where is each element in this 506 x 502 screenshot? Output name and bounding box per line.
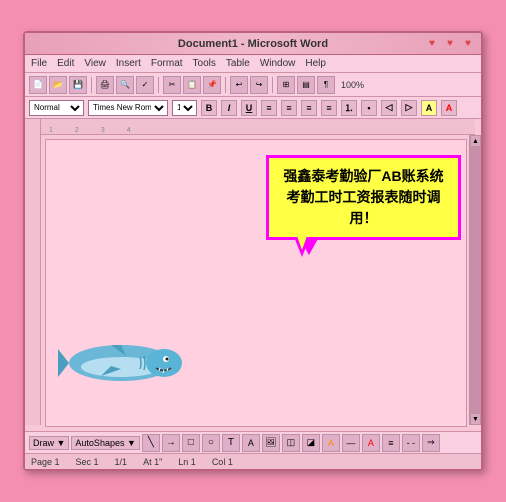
vertical-scrollbar[interactable]: ▲ ▼ — [469, 135, 481, 425]
menu-file[interactable]: File — [31, 58, 47, 69]
shark-image — [56, 321, 186, 391]
menu-table[interactable]: Table — [226, 58, 250, 69]
bullets-btn[interactable]: • — [361, 100, 377, 116]
spell-icon[interactable]: ✓ — [136, 76, 154, 94]
arrow-icon[interactable]: → — [162, 434, 180, 452]
page-canvas[interactable]: 强鑫泰考勤验厂AB账系统考勤工时工资报表随时调用！ — [45, 139, 467, 427]
standard-toolbar: 📄 📂 💾 🖨 🔍 ✓ ✂ 📋 📌 ↩ ↪ ⊞ ▤ ¶ 100% — [25, 73, 481, 97]
paste-icon[interactable]: 📌 — [203, 76, 221, 94]
font-color-btn[interactable]: A — [441, 100, 457, 116]
zoom-level: 100% — [341, 80, 364, 90]
scroll-up-btn[interactable]: ▲ — [470, 135, 481, 147]
tick-1: 1 — [49, 127, 53, 134]
window-controls: ♥ ♥ ♥ — [425, 37, 475, 51]
menu-bar: File Edit View Insert Format Tools Table… — [25, 55, 481, 73]
para-icon[interactable]: ¶ — [317, 76, 335, 94]
preview-icon[interactable]: 🔍 — [116, 76, 134, 94]
align-left-btn[interactable]: ≡ — [261, 100, 277, 116]
highlight-btn[interactable]: A — [421, 100, 437, 116]
copy-icon[interactable]: 📋 — [183, 76, 201, 94]
formatting-bar: Normal Times New Roman 12 B I U ≡ ≡ ≡ ≡ … — [25, 97, 481, 119]
menu-window[interactable]: Window — [260, 58, 296, 69]
tick-3: 3 — [101, 127, 105, 134]
style-select[interactable]: Normal — [29, 100, 84, 116]
table-icon[interactable]: ⊞ — [277, 76, 295, 94]
maximize-btn[interactable]: ♥ — [443, 37, 457, 51]
fillcolor-icon[interactable]: A — [322, 434, 340, 452]
draw-toolbar: Draw ▼ AutoShapes ▼ ╲ → □ ○ T A 🖼 ◫ ◪ A … — [25, 431, 481, 453]
save-icon[interactable]: 💾 — [69, 76, 87, 94]
rect-icon[interactable]: □ — [182, 434, 200, 452]
draw-label[interactable]: Draw ▼ — [29, 436, 69, 450]
3d-icon[interactable]: ◪ — [302, 434, 320, 452]
status-page: Page 1 — [31, 457, 60, 467]
tick-4: 4 — [127, 127, 131, 134]
title-bar: Document1 - Microsoft Word ♥ ♥ ♥ — [25, 33, 481, 55]
undo-icon[interactable]: ↩ — [230, 76, 248, 94]
status-ln: Ln 1 — [178, 457, 196, 467]
toolbar-sep-4 — [272, 77, 273, 93]
menu-insert[interactable]: Insert — [116, 58, 141, 69]
open-icon[interactable]: 📂 — [49, 76, 67, 94]
oval-icon[interactable]: ○ — [202, 434, 220, 452]
minimize-btn[interactable]: ♥ — [425, 37, 439, 51]
menu-format[interactable]: Format — [151, 58, 183, 69]
status-bar: Page 1 Sec 1 1/1 At 1" Ln 1 Col 1 — [25, 453, 481, 469]
underline-btn[interactable]: U — [241, 100, 257, 116]
toolbar-sep-2 — [158, 77, 159, 93]
app-window: Document1 - Microsoft Word ♥ ♥ ♥ File Ed… — [23, 31, 483, 471]
align-center-btn[interactable]: ≡ — [281, 100, 297, 116]
menu-help[interactable]: Help — [305, 58, 326, 69]
print-icon[interactable]: 🖨 — [96, 76, 114, 94]
italic-btn[interactable]: I — [221, 100, 237, 116]
align-right-btn[interactable]: ≡ — [301, 100, 317, 116]
toolbar-sep-3 — [225, 77, 226, 93]
document-area: 1 2 3 4 ▲ ▼ — [25, 119, 481, 431]
wordart-icon[interactable]: A — [242, 434, 260, 452]
redo-icon[interactable]: ↪ — [250, 76, 268, 94]
scroll-down-btn[interactable]: ▼ — [470, 413, 481, 425]
linecolor-icon[interactable]: — — [342, 434, 360, 452]
columns-icon[interactable]: ▤ — [297, 76, 315, 94]
status-pages: 1/1 — [115, 457, 128, 467]
menu-tools[interactable]: Tools — [193, 58, 216, 69]
indent-decrease-btn[interactable]: ◁ — [381, 100, 397, 116]
shadow-icon[interactable]: ◫ — [282, 434, 300, 452]
size-select[interactable]: 12 — [172, 100, 197, 116]
ruler-ticks: 1 2 3 4 — [41, 119, 131, 134]
line-icon[interactable]: ╲ — [142, 434, 160, 452]
bold-btn[interactable]: B — [201, 100, 217, 116]
window-title: Document1 - Microsoft Word — [178, 38, 328, 50]
linestyle-icon[interactable]: ≡ — [382, 434, 400, 452]
status-col: Col 1 — [212, 457, 233, 467]
scroll-thumb[interactable] — [470, 147, 481, 413]
numbering-btn[interactable]: ⒈ — [341, 100, 357, 116]
status-sec: Sec 1 — [76, 457, 99, 467]
tick-2: 2 — [75, 127, 79, 134]
menu-edit[interactable]: Edit — [57, 58, 74, 69]
new-icon[interactable]: 📄 — [29, 76, 47, 94]
speech-bubble: 强鑫泰考勤验厂AB账系统考勤工时工资报表随时调用！ — [266, 155, 461, 240]
cut-icon[interactable]: ✂ — [163, 76, 181, 94]
menu-view[interactable]: View — [84, 58, 106, 69]
top-ruler: 1 2 3 4 — [41, 119, 475, 135]
toolbar-sep-1 — [91, 77, 92, 93]
speech-bubble-text: 强鑫泰考勤验厂AB账系统考勤工时工资报表随时调用！ — [283, 168, 443, 226]
close-btn[interactable]: ♥ — [461, 37, 475, 51]
fontcolor-icon[interactable]: A — [362, 434, 380, 452]
clipart-icon[interactable]: 🖼 — [262, 434, 280, 452]
autoshapes-label[interactable]: AutoShapes ▼ — [71, 436, 139, 450]
font-select[interactable]: Times New Roman — [88, 100, 168, 116]
justify-btn[interactable]: ≡ — [321, 100, 337, 116]
dashstyle-icon[interactable]: - - — [402, 434, 420, 452]
indent-increase-btn[interactable]: ▷ — [401, 100, 417, 116]
arrowstyle-icon[interactable]: ⇒ — [422, 434, 440, 452]
textbox-icon[interactable]: T — [222, 434, 240, 452]
left-ruler — [25, 119, 41, 425]
status-at: At 1" — [143, 457, 162, 467]
